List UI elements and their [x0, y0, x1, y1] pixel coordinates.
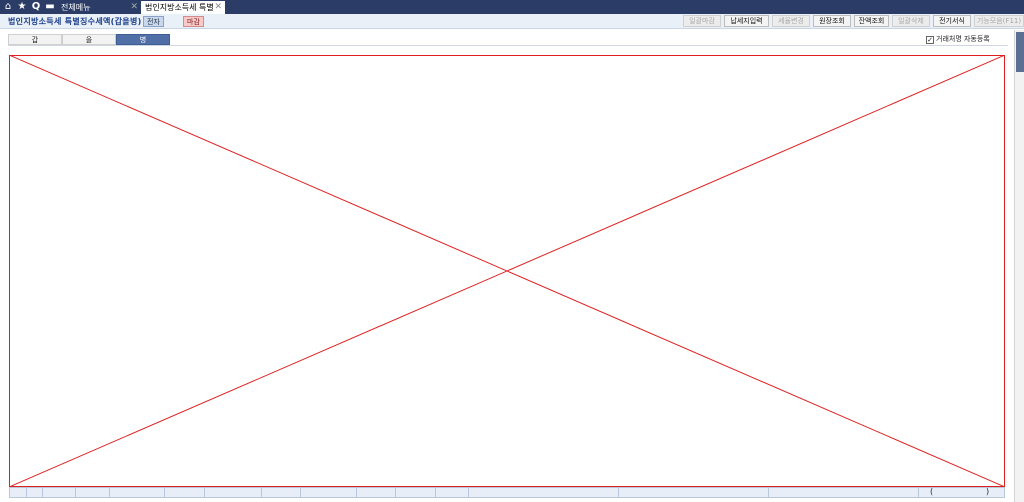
status-cell [769, 488, 919, 497]
status-cell [301, 488, 357, 497]
status-paren-close: ) [986, 487, 990, 496]
close-icon[interactable]: ✕ [130, 1, 138, 14]
tab-all-menu[interactable]: 전체메뉴 ✕ [57, 1, 141, 14]
tab-corp-local-income-tax[interactable]: 법인지방소득세 특별 ✕ [141, 1, 225, 14]
functions-button[interactable]: 기능모음(F11) [974, 15, 1024, 27]
status-cell [165, 488, 205, 497]
closed-badge: 마감 [183, 16, 204, 27]
status-cell [10, 488, 27, 497]
home-icon[interactable]: ⌂ [2, 1, 14, 13]
tax-rate-change-button[interactable]: 세율변경 [772, 15, 810, 27]
ledger-view-button[interactable]: 원장조회 [813, 15, 851, 27]
tab-eul[interactable]: 을 [62, 34, 116, 45]
tab-label: 전체메뉴 [61, 3, 91, 12]
status-cell [619, 488, 769, 497]
tab-label: 법인지방소득세 특별 [145, 3, 214, 12]
tax-place-input-button[interactable]: 납세지입력 [724, 15, 769, 27]
search-icon[interactable]: Q [30, 1, 42, 13]
electronic-badge: 전자 [143, 16, 164, 27]
auto-register-label: 거래처명 자동등록 [936, 35, 990, 43]
auto-register-option[interactable]: ✓ 거래처명 자동등록 [926, 34, 990, 44]
auto-register-checkbox[interactable]: ✓ [926, 36, 934, 44]
page-toolbar: 법인지방소득세 특별징수세액(갑을병) 전자 마감 일괄마감 납세지입력 세율변… [0, 14, 1024, 29]
tab-gap[interactable]: 갑 [8, 34, 62, 45]
status-cell [110, 488, 165, 497]
status-bar: ( ) [9, 487, 1005, 498]
scrollbar-thumb[interactable] [1016, 32, 1024, 72]
batch-close-button[interactable]: 일괄마감 [683, 15, 721, 27]
tab-byeong[interactable]: 병 [116, 34, 170, 45]
status-cell [43, 488, 76, 497]
status-paren-open: ( [930, 487, 934, 496]
balance-view-button[interactable]: 잔액조회 [854, 15, 889, 27]
batch-delete-button[interactable]: 일괄삭제 [892, 15, 930, 27]
side-scrollbar[interactable] [1014, 30, 1024, 502]
previous-form-button[interactable]: 전기서식 [933, 15, 971, 27]
page-title: 법인지방소득세 특별징수세액(갑을병) [8, 17, 142, 26]
status-cell [436, 488, 469, 497]
status-cell [396, 488, 436, 497]
content-placeholder [9, 55, 1005, 487]
window-icon[interactable]: ▬ [44, 1, 56, 13]
divider [8, 45, 1008, 46]
status-cell [205, 488, 262, 497]
status-cell [262, 488, 301, 497]
status-cell [76, 488, 110, 497]
close-icon[interactable]: ✕ [214, 1, 222, 14]
status-cell [27, 488, 43, 497]
status-cell [357, 488, 396, 497]
star-icon[interactable]: ★ [16, 1, 28, 13]
status-cell [469, 488, 619, 497]
app-topbar: ⌂ ★ Q ▬ 전체메뉴 ✕ 법인지방소득세 특별 ✕ [0, 0, 1024, 14]
